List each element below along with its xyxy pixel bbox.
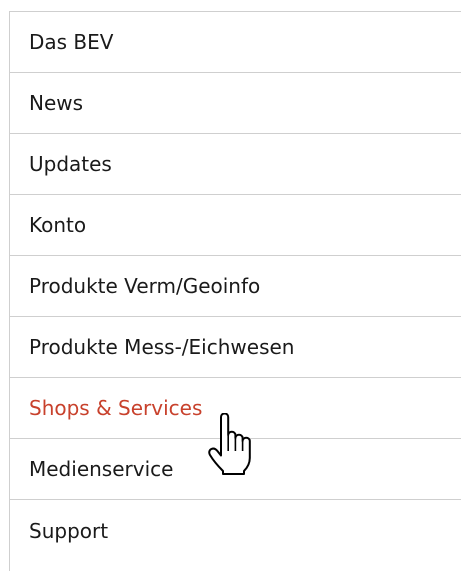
menu-item-shops-services[interactable]: Shops & Services: [10, 378, 461, 439]
menu-item-label: Produkte Mess-/Eichwesen: [29, 335, 295, 359]
menu-item-label: Produkte Verm/Geoinfo: [29, 274, 261, 298]
menu-item-label: Medienservice: [29, 457, 174, 481]
menu-item-label: Das BEV: [29, 30, 114, 54]
menu-item-news[interactable]: News: [10, 73, 461, 134]
navigation-menu: Das BEV News Updates Konto Produkte Verm…: [9, 11, 461, 571]
menu-item-support[interactable]: Support: [10, 500, 461, 561]
menu-item-label: Shops & Services: [29, 396, 203, 420]
menu-item-produkte-mess-eichwesen[interactable]: Produkte Mess-/Eichwesen: [10, 317, 461, 378]
menu-item-produkte-verm-geoinfo[interactable]: Produkte Verm/Geoinfo: [10, 256, 461, 317]
menu-item-label: Konto: [29, 213, 87, 237]
menu-item-label: Updates: [29, 152, 112, 176]
menu-item-medienservice[interactable]: Medienservice: [10, 439, 461, 500]
menu-item-label: Support: [29, 518, 109, 543]
menu-item-label: News: [29, 91, 84, 115]
menu-item-konto[interactable]: Konto: [10, 195, 461, 256]
menu-item-das-bev[interactable]: Das BEV: [10, 12, 461, 73]
menu-item-updates[interactable]: Updates: [10, 134, 461, 195]
